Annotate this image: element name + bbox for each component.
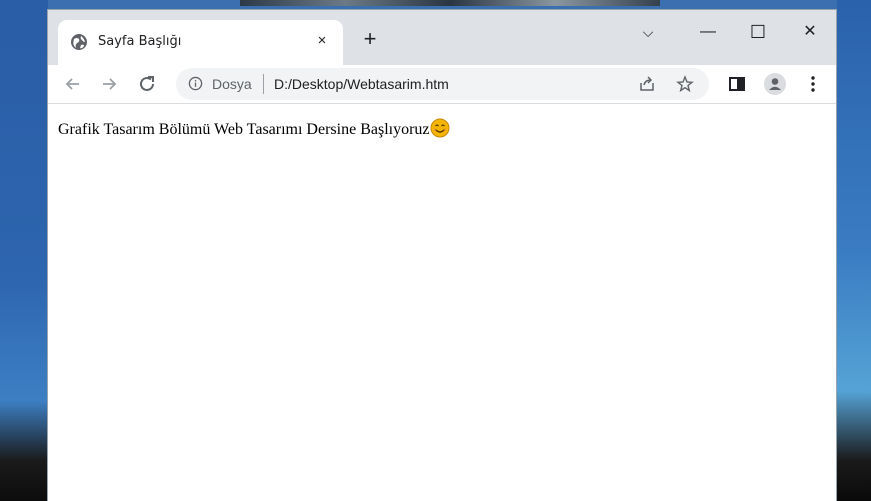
reload-icon[interactable] — [136, 73, 158, 95]
desktop-wallpaper-left — [0, 0, 48, 501]
maximize-button[interactable]: ☐ — [738, 18, 778, 46]
arrow-left-icon[interactable] — [62, 73, 84, 95]
url-text[interactable]: D:/Desktop/Webtasarim.htm — [274, 76, 449, 92]
title-bar: Sayfa Başlığı × + ⌵ — ☐ ✕ — [48, 10, 836, 65]
desktop-wallpaper-top — [240, 0, 660, 6]
browser-toolbar: Dosya D:/Desktop/Webtasarim.htm — [48, 65, 836, 104]
profile-icon[interactable] — [764, 73, 786, 95]
kebab-menu-icon[interactable] — [802, 73, 824, 95]
star-icon[interactable] — [676, 75, 694, 93]
info-icon[interactable] — [188, 76, 203, 91]
browser-window: Sayfa Başlığı × + ⌵ — ☐ ✕ Dosya D:/Deskt… — [48, 10, 836, 501]
side-panel-icon[interactable] — [726, 73, 748, 95]
new-tab-button[interactable]: + — [358, 28, 382, 52]
tab-close-icon[interactable]: × — [312, 31, 332, 51]
page-text: Grafik Tasarım Bölümü Web Tasarımı Dersi… — [58, 121, 430, 138]
smiling-face-icon — [430, 118, 450, 138]
url-scheme-label: Dosya — [212, 76, 252, 92]
address-bar[interactable]: Dosya D:/Desktop/Webtasarim.htm — [176, 68, 709, 100]
person-icon — [769, 78, 781, 90]
url-separator — [263, 74, 264, 94]
page-heading-text: Grafik Tasarım Bölümü Web Tasarımı Dersi… — [58, 118, 450, 139]
tab-title: Sayfa Başlığı — [98, 34, 182, 49]
tab-active[interactable]: Sayfa Başlığı × — [58, 20, 343, 65]
close-window-button[interactable]: ✕ — [790, 18, 830, 46]
minimize-button[interactable]: — — [688, 18, 728, 46]
page-content: Grafik Tasarım Bölümü Web Tasarımı Dersi… — [48, 104, 836, 501]
arrow-right-icon[interactable] — [98, 73, 120, 95]
globe-icon — [71, 34, 87, 50]
share-icon[interactable] — [638, 75, 656, 93]
desktop-wallpaper-right — [837, 0, 871, 501]
tab-search-chevron-down-icon[interactable]: ⌵ — [628, 18, 668, 46]
